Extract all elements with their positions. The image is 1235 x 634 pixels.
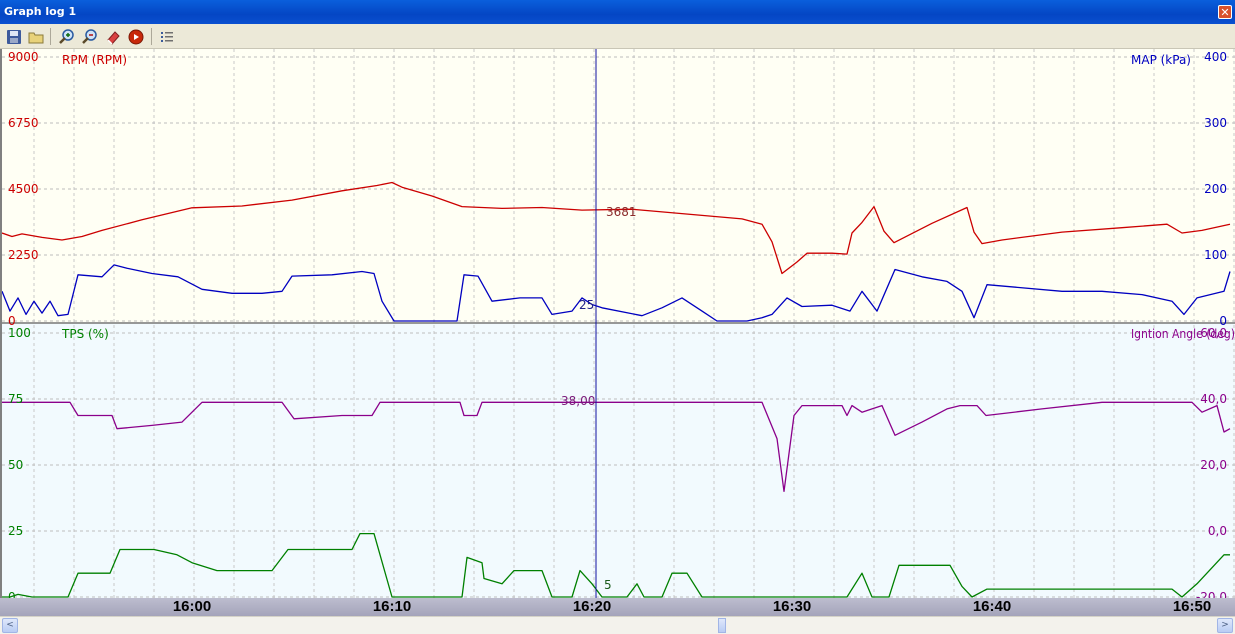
right-tick-label: 300 — [1204, 116, 1227, 130]
graph-area[interactable]: 9000 400 6750 300 4500 200 2250 100 0 0 RPM (RPM) M… — [0, 49, 1235, 600]
left-axis-label: TPS (%) — [61, 327, 109, 341]
cursor-map-readout: 25 — [579, 298, 594, 312]
scroll-left-icon[interactable]: < — [2, 618, 18, 633]
time-tick-label: 16:10 — [372, 598, 412, 615]
left-tick-label: 4500 — [8, 182, 39, 196]
horizontal-scrollbar[interactable]: < > — [0, 616, 1235, 634]
scroll-thumb[interactable] — [718, 618, 726, 633]
toolbar-separator — [151, 28, 152, 45]
zoom-out-icon[interactable] — [80, 27, 100, 46]
left-tick-label: 50 — [8, 458, 23, 472]
left-tick-label: 6750 — [8, 116, 39, 130]
right-axis-label: MAP (kPa) — [1131, 53, 1191, 67]
time-tick-label: 16:00 — [172, 598, 212, 615]
toolbar-separator — [50, 28, 51, 45]
right-tick-label: 20,0 — [1200, 458, 1227, 472]
right-tick-label: 200 — [1204, 182, 1227, 196]
graph-canvas[interactable]: 9000 4006750 3004500 2002250 1000 0RPM (RPM) M… — [2, 49, 1235, 600]
right-tick-label: 100 — [1204, 248, 1227, 262]
list-icon[interactable] — [157, 27, 177, 46]
left-axis-label: RPM (RPM) — [62, 53, 127, 67]
right-tick-label: 40,0 — [1200, 392, 1227, 406]
time-tick-label: 16:40 — [972, 598, 1012, 615]
open-folder-icon[interactable] — [26, 27, 46, 46]
lower-panel-background — [2, 323, 1235, 600]
zoom-in-icon[interactable] — [57, 27, 77, 46]
time-tick-label: 16:30 — [772, 598, 812, 615]
eraser-icon[interactable] — [103, 27, 123, 46]
left-tick-label: 2250 — [8, 248, 39, 262]
close-icon[interactable]: ✕ — [1218, 5, 1232, 19]
left-tick-label: 100 — [8, 326, 31, 340]
left-tick-label: 9000 — [8, 50, 39, 64]
time-axis: 16:00 16:10 16:20 16:30 16:40 16:50 — [0, 598, 1235, 616]
cursor-ign-readout: 38,00 — [561, 394, 595, 408]
window-titlebar: Graph log 1 ✕ — [0, 0, 1235, 24]
left-tick-label: 25 — [8, 524, 23, 538]
right-axis-label: Igntion Angle (deg) — [1131, 327, 1235, 341]
cursor-rpm-readout: 3681 — [606, 205, 637, 219]
window-title: Graph log 1 — [4, 5, 77, 18]
right-tick-label: 0,0 — [1208, 524, 1227, 538]
time-tick-label: 16:50 — [1172, 598, 1212, 615]
cursor-tps-readout: 5 — [604, 578, 612, 592]
save-icon[interactable] — [4, 27, 24, 46]
toolbar — [0, 24, 1235, 49]
right-tick-label: 400 — [1204, 50, 1227, 64]
record-icon[interactable] — [126, 27, 146, 46]
left-tick-label: 75 — [8, 392, 23, 406]
scroll-right-icon[interactable]: > — [1217, 618, 1233, 633]
time-tick-label: 16:20 — [572, 598, 612, 615]
